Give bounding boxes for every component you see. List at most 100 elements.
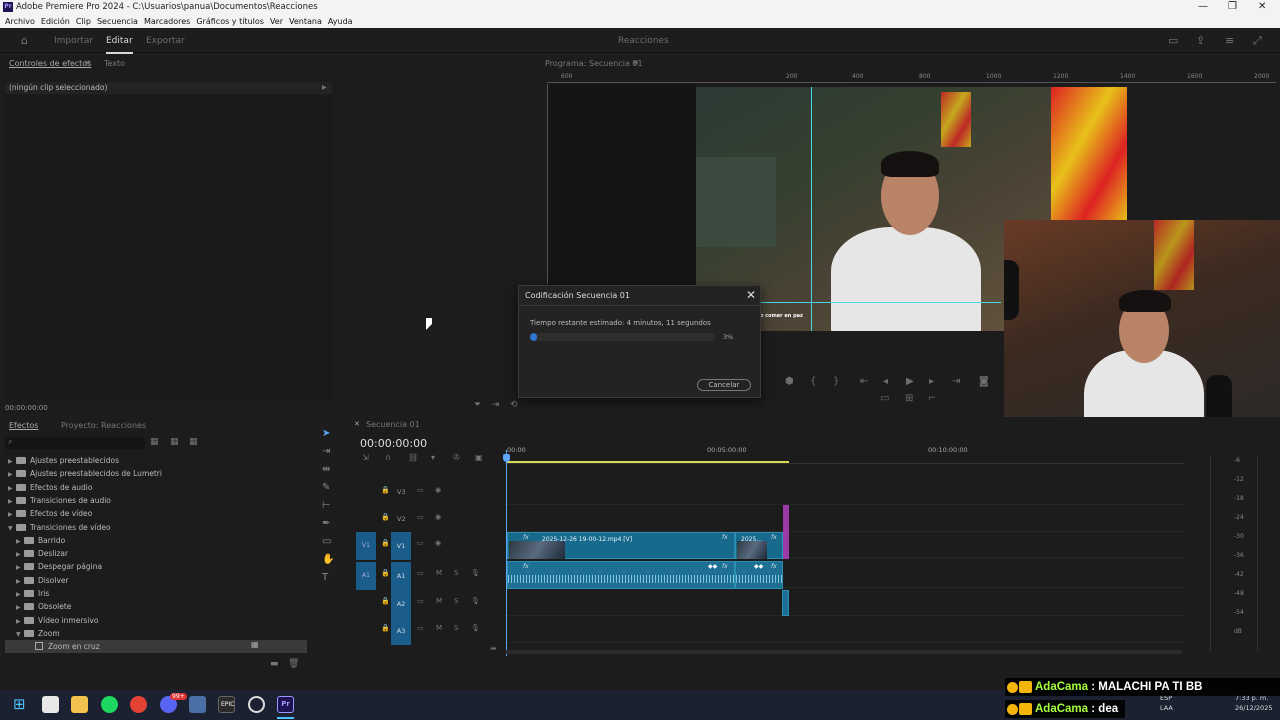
- sync-lock-icon[interactable]: ▭: [417, 569, 424, 577]
- maximize-button[interactable]: ❐: [1228, 1, 1237, 12]
- video-clip[interactable]: 2025... fx: [735, 532, 783, 559]
- audio-clip[interactable]: ◆◆ fx: [735, 561, 783, 589]
- chevron-right-icon[interactable]: ▶: [16, 588, 24, 601]
- track-label[interactable]: A3: [391, 617, 411, 645]
- solo-icon[interactable]: S: [454, 569, 458, 577]
- mark-in-icon[interactable]: {: [810, 376, 816, 387]
- menu-secuencia[interactable]: Secuencia: [97, 17, 138, 26]
- expand-arrow-icon[interactable]: ▶: [322, 84, 327, 91]
- sync-lock-icon[interactable]: ▭: [417, 597, 424, 605]
- eye-icon[interactable]: ◉: [435, 539, 441, 547]
- linked-selection-icon[interactable]: ⛓: [408, 453, 418, 462]
- menu-graficos[interactable]: Gráficos y títulos: [196, 17, 264, 26]
- menu-clip[interactable]: Clip: [76, 17, 91, 26]
- work-area-bar[interactable]: [507, 461, 789, 463]
- program-menu-icon[interactable]: ≡: [632, 58, 639, 67]
- sync-lock-icon[interactable]: ▭: [417, 513, 424, 521]
- chrome-icon[interactable]: [130, 696, 147, 713]
- tab-editar[interactable]: Editar: [106, 36, 133, 54]
- accelerated-effects-icon[interactable]: ▦: [150, 437, 159, 447]
- chevron-right-icon[interactable]: ▶: [16, 575, 24, 588]
- track-label[interactable]: A1: [391, 562, 411, 590]
- mark-out-icon[interactable]: }: [833, 376, 839, 387]
- loop-icon[interactable]: ⟲: [510, 400, 518, 410]
- type-tool-icon[interactable]: T: [322, 572, 328, 583]
- tree-item[interactable]: ▶ Transiciones de audio: [8, 494, 111, 507]
- tab-program[interactable]: Programa: Secuencia 01: [545, 59, 643, 68]
- video-clip[interactable]: 2025-12-26 19-00-12.mp4 [V] fx fx: [507, 532, 735, 559]
- cancel-button[interactable]: Cancelar: [697, 379, 751, 391]
- snap-icon[interactable]: ∩: [385, 453, 391, 462]
- clock-date[interactable]: 26/12/2025: [1235, 704, 1272, 712]
- menu-ayuda[interactable]: Ayuda: [328, 17, 353, 26]
- source-patch-v1[interactable]: V1: [356, 532, 376, 560]
- tree-item-selected[interactable]: Zoom en cruz ▦: [5, 640, 307, 653]
- tree-item[interactable]: ▶ Ajustes preestablecidos: [8, 454, 119, 467]
- export-frame-icon[interactable]: ⇥: [492, 400, 500, 410]
- eye-icon[interactable]: ◉: [435, 486, 441, 494]
- track-label[interactable]: A2: [391, 590, 411, 618]
- selection-tool-icon[interactable]: ➤: [322, 428, 330, 439]
- ripple-edit-tool-icon[interactable]: ⇹: [322, 464, 330, 475]
- menu-edicion[interactable]: Edición: [41, 17, 70, 26]
- captions-icon[interactable]: ▣: [475, 453, 483, 462]
- close-sequence-icon[interactable]: ✕: [354, 420, 360, 428]
- new-bin-icon[interactable]: ▬: [270, 659, 279, 669]
- timeline-scrollbar[interactable]: [505, 650, 1182, 654]
- chevron-down-icon[interactable]: ▼: [8, 522, 16, 535]
- tree-item[interactable]: ▶ Deslizar: [16, 547, 68, 560]
- safe-margins-icon[interactable]: ▭: [880, 393, 889, 404]
- rectangle-tool-icon[interactable]: ▭: [322, 536, 331, 547]
- chevron-right-icon[interactable]: ▶: [8, 495, 16, 508]
- wrench-icon[interactable]: ✇: [453, 453, 460, 462]
- track-lane-a2[interactable]: [505, 590, 1185, 616]
- obs-icon[interactable]: [248, 696, 265, 713]
- chevron-right-icon[interactable]: ▶: [16, 561, 24, 574]
- quick-export-icon[interactable]: ▭: [1168, 34, 1178, 47]
- solo-icon[interactable]: S: [454, 624, 458, 632]
- tree-item[interactable]: ▶ Despegar página: [16, 560, 102, 573]
- file-explorer-icon[interactable]: [71, 696, 88, 713]
- sync-lock-icon[interactable]: ▭: [417, 624, 424, 632]
- hand-tool-icon[interactable]: ✋: [322, 554, 334, 565]
- go-to-in-icon[interactable]: ⇤: [860, 376, 868, 387]
- menu-archivo[interactable]: Archivo: [5, 17, 35, 26]
- lock-icon[interactable]: 🔒: [381, 539, 390, 547]
- camera-icon[interactable]: ◙: [979, 376, 989, 387]
- fullscreen-icon[interactable]: ⤢: [1253, 34, 1262, 48]
- mic-icon[interactable]: 🎙: [471, 569, 480, 577]
- track-lane-v3[interactable]: [505, 479, 1185, 505]
- mute-icon[interactable]: M: [436, 597, 442, 605]
- trim-icon[interactable]: ⌐: [928, 393, 936, 404]
- filter-icon[interactable]: ⏷: [474, 400, 481, 410]
- mic-icon[interactable]: 🎙: [471, 597, 480, 605]
- tab-efectos[interactable]: Efectos: [9, 421, 38, 430]
- lock-icon[interactable]: 🔒: [381, 569, 390, 577]
- chevron-right-icon[interactable]: ▶: [8, 455, 16, 468]
- dialog-close-icon[interactable]: ✕: [746, 288, 756, 302]
- share-icon[interactable]: ⇪: [1196, 34, 1205, 47]
- tab-exportar[interactable]: Exportar: [146, 36, 185, 46]
- track-lane-v2[interactable]: [505, 506, 1185, 532]
- calculator-icon[interactable]: [189, 696, 206, 713]
- audio-clip[interactable]: fx ◆◆ fx: [507, 561, 735, 589]
- panel-menu-icon[interactable]: ≡: [84, 58, 91, 67]
- track-label[interactable]: V1: [391, 532, 411, 560]
- close-window-button[interactable]: ✕: [1258, 1, 1266, 12]
- chevron-right-icon[interactable]: ▶: [16, 615, 24, 628]
- comparison-icon[interactable]: ⊞: [905, 393, 913, 404]
- tab-effect-controls[interactable]: Controles de efectos: [9, 59, 91, 68]
- chevron-right-icon[interactable]: ▶: [16, 601, 24, 614]
- sync-lock-icon[interactable]: ▭: [417, 539, 424, 547]
- lock-icon[interactable]: 🔒: [381, 624, 390, 632]
- tab-texto[interactable]: Texto: [104, 59, 125, 68]
- mic-icon[interactable]: 🎙: [471, 624, 480, 632]
- pen-tool-icon[interactable]: ✒: [322, 518, 330, 529]
- track-lane-a3[interactable]: [505, 617, 1185, 643]
- tab-importar[interactable]: Importar: [54, 36, 93, 46]
- tab-proyecto[interactable]: Proyecto: Reacciones: [61, 421, 146, 430]
- chevron-right-icon[interactable]: ▶: [8, 508, 16, 521]
- lock-icon[interactable]: 🔒: [381, 513, 390, 521]
- minimize-button[interactable]: —: [1198, 1, 1208, 12]
- playhead[interactable]: [506, 450, 507, 656]
